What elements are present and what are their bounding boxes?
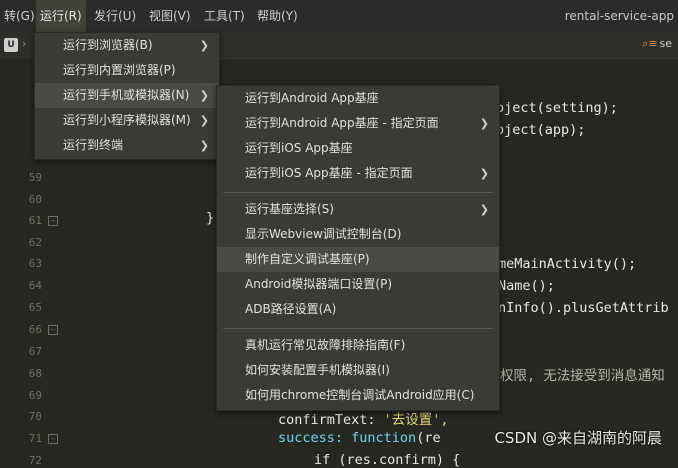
line-number: 69 <box>28 389 42 402</box>
menu-view[interactable]: 视图(V) <box>145 0 195 32</box>
menu-item-chrome-debug[interactable]: 如何用chrome控制台调试Android应用(C) <box>217 383 499 408</box>
line-number: 68 <box>28 367 42 380</box>
menu-goto[interactable]: 转(G) <box>0 0 39 32</box>
line-number: 71 <box>28 432 42 445</box>
menu-item-label: Android模拟器端口设置(P) <box>245 277 392 291</box>
menu-item-install-emulator[interactable]: 如何安装配置手机模拟器(I) <box>217 358 499 383</box>
menu-item-label: 运行到Android App基座 <box>245 91 379 105</box>
line-number: 70 <box>28 410 42 423</box>
line-number: 64 <box>28 279 42 292</box>
fold-icon[interactable]: − <box>48 434 58 444</box>
chevron-right-icon: ❯ <box>199 89 209 102</box>
code-line[interactable]: meMainActivity(); <box>498 256 636 272</box>
line-number: 60 <box>28 193 42 206</box>
menu-separator <box>223 328 493 329</box>
code-line[interactable]: oject(setting); <box>496 100 618 116</box>
menu-item-run-android-base[interactable]: 运行到Android App基座 <box>217 86 499 111</box>
code-line[interactable]: Name(); <box>498 278 555 294</box>
code-string: '去设置', <box>383 412 449 428</box>
menu-item-label: ADB路径设置(A) <box>245 302 337 316</box>
menu-run[interactable]: 运行(R) <box>36 0 86 32</box>
menu-bar: 转(G) 运行(R) 发行(U) 视图(V) 工具(T) 帮助(Y) renta… <box>0 0 678 32</box>
menu-item-run-ios-base[interactable]: 运行到iOS App基座 <box>217 136 499 161</box>
code-line[interactable]: } <box>206 210 214 226</box>
menu-item-label: 真机运行常见故障排除指南(F) <box>245 338 406 352</box>
menu-item-label: 运行到手机或模拟器(N) <box>63 88 190 102</box>
menu-item-run-ios-page[interactable]: 运行到iOS App基座 - 指定页面 ❯ <box>217 161 499 186</box>
menu-item-run-browser[interactable]: 运行到浏览器(B) ❯ <box>35 33 219 58</box>
menu-publish[interactable]: 发行(U) <box>90 0 140 32</box>
menu-item-label: 显示Webview调试控制台(D) <box>245 227 402 241</box>
line-number: 62 <box>28 236 42 249</box>
menu-separator <box>223 192 493 193</box>
chevron-right-icon: ❯ <box>199 114 209 127</box>
menu-item-label: 运行到iOS App基座 <box>245 141 353 155</box>
menu-item-label: 运行到Android App基座 - 指定页面 <box>245 116 439 130</box>
line-number: 72 <box>28 454 42 467</box>
chevron-right-icon: ❯ <box>479 167 489 180</box>
menu-item-label: 运行基座选择(S) <box>245 202 334 216</box>
code-line[interactable]: confirmText: '去设置', <box>278 408 449 428</box>
menu-item-emulator-port[interactable]: Android模拟器端口设置(P) <box>217 272 499 297</box>
menu-item-label: 制作自定义调试基座(P) <box>245 252 370 266</box>
menu-item-adb-path[interactable]: ADB路径设置(A) <box>217 297 499 322</box>
window-title: rental-service-app <box>564 9 674 23</box>
menu-item-run-terminal[interactable]: 运行到终端 ❯ <box>35 133 219 158</box>
chevron-right-icon: › <box>22 37 27 50</box>
menu-item-custom-debug-base[interactable]: 制作自定义调试基座(P) <box>217 247 499 272</box>
menu-item-troubleshoot-guide[interactable]: 真机运行常见故障排除指南(F) <box>217 333 499 358</box>
line-number: 66 <box>28 323 42 336</box>
code-key: success: <box>278 430 352 446</box>
line-number: 63 <box>28 257 42 270</box>
menu-item-label: 运行到内置浏览器(P) <box>63 63 176 77</box>
search-text: se <box>659 37 673 50</box>
code-line[interactable]: oject(app); <box>496 122 585 138</box>
menu-item-label: 运行到终端 <box>63 138 124 152</box>
menu-item-label: 如何安装配置手机模拟器(I) <box>245 363 390 377</box>
search-icon: ⌕≡ <box>642 37 658 50</box>
chevron-right-icon: ❯ <box>199 39 209 52</box>
chevron-right-icon: ❯ <box>479 117 489 130</box>
project-icon[interactable]: U <box>4 38 18 52</box>
code-key: confirmText: <box>278 412 384 428</box>
menu-tools[interactable]: 工具(T) <box>200 0 249 32</box>
menu-item-run-builtin-browser[interactable]: 运行到内置浏览器(P) <box>35 58 219 83</box>
menu-item-run-device[interactable]: 运行到手机或模拟器(N) ❯ <box>35 83 219 108</box>
line-number: 61 <box>28 214 42 227</box>
comment-text: 权限, 无法接受到消息通知 <box>500 368 665 384</box>
code-rest: (re <box>416 430 441 446</box>
menu-item-label: 如何用chrome控制台调试Android应用(C) <box>245 388 475 402</box>
chevron-right-icon: ❯ <box>479 203 489 216</box>
line-number: 59 <box>28 171 42 184</box>
code-comment[interactable]: 权限, 无法接受到消息通知 <box>500 364 665 384</box>
menu-item-label: 运行到iOS App基座 - 指定页面 <box>245 166 413 180</box>
line-number: 65 <box>28 301 42 314</box>
chevron-right-icon: ❯ <box>199 139 209 152</box>
menu-item-label: 运行到小程序模拟器(M) <box>63 113 191 127</box>
device-submenu: 运行到Android App基座 运行到Android App基座 - 指定页面… <box>216 85 500 411</box>
menu-item-webview-console[interactable]: 显示Webview调试控制台(D) <box>217 222 499 247</box>
watermark: CSDN @来自湖南的阿晨 <box>494 429 662 447</box>
menu-item-label: 运行到浏览器(B) <box>63 38 153 52</box>
code-line[interactable]: if (res.confirm) { <box>314 452 460 468</box>
menu-item-run-miniprogram[interactable]: 运行到小程序模拟器(M) ❯ <box>35 108 219 133</box>
code-line[interactable]: success: function(re <box>278 430 441 446</box>
line-number: 67 <box>28 345 42 358</box>
code-keyword: function <box>351 430 417 446</box>
search-box[interactable]: ⌕≡ se <box>642 37 672 51</box>
menu-item-run-android-page[interactable]: 运行到Android App基座 - 指定页面 ❯ <box>217 111 499 136</box>
fold-icon[interactable]: − <box>48 216 58 226</box>
run-menu: 运行到浏览器(B) ❯ 运行到内置浏览器(P) 运行到手机或模拟器(N) ❯ 运行到… <box>34 32 220 160</box>
menu-help[interactable]: 帮助(Y) <box>253 0 302 32</box>
code-line[interactable]: nInfo().plusGetAttrib <box>498 300 669 316</box>
fold-icon[interactable]: − <box>48 325 58 335</box>
menu-item-base-select[interactable]: 运行基座选择(S) ❯ <box>217 197 499 222</box>
